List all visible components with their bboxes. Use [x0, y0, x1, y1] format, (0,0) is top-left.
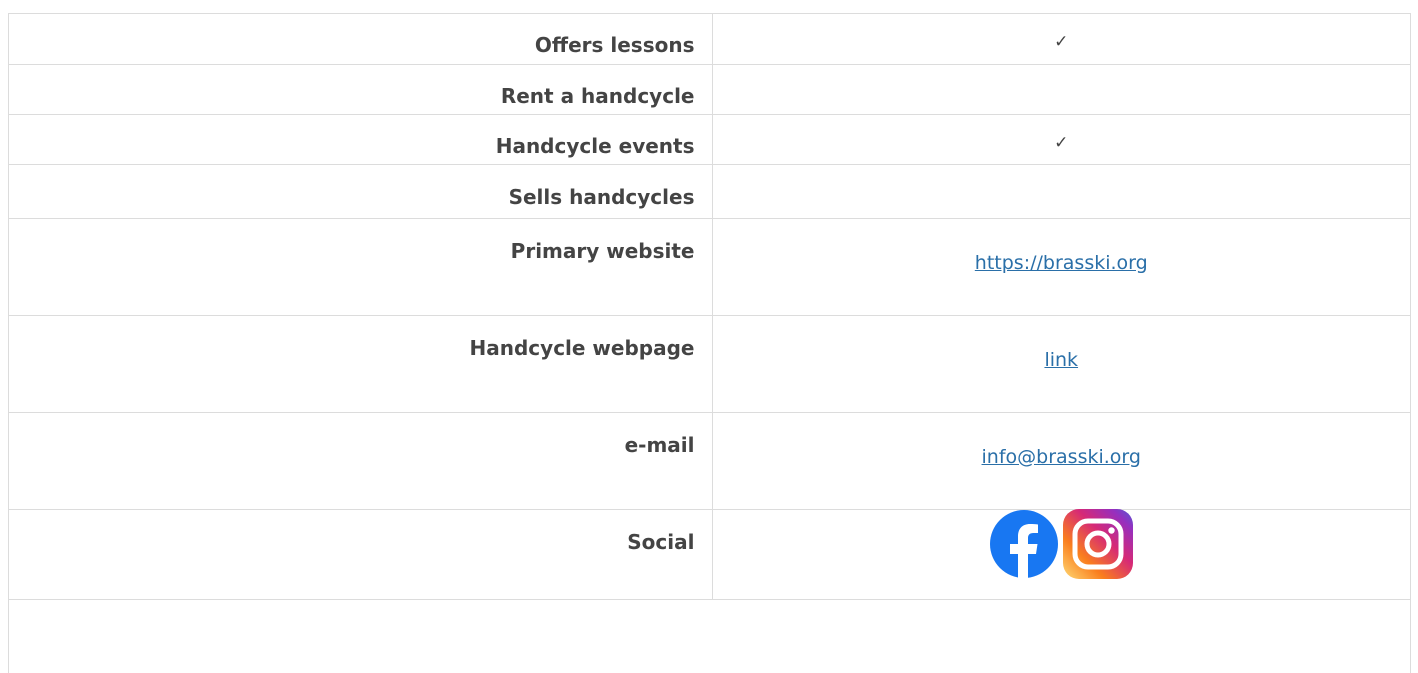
- table-row-primary-website: Primary website https://brasski.org: [9, 218, 1410, 316]
- table-row-handcycle-events: Handcycle events ✓: [9, 114, 1410, 165]
- details-table: Offers lessons ✓ Rent a handcycle Handcy…: [9, 14, 1410, 600]
- row-label: Handcycle events: [9, 114, 713, 165]
- row-value: [712, 508, 1410, 600]
- table-row-handcycle-webpage: Handcycle webpage link: [9, 315, 1410, 413]
- row-label: Primary website: [9, 218, 713, 316]
- table-row-sells-handcycles: Sells handcycles: [9, 164, 1410, 219]
- details-table-container: Offers lessons ✓ Rent a handcycle Handcy…: [8, 13, 1411, 673]
- email-link[interactable]: info@brasski.org: [982, 446, 1141, 468]
- facebook-icon[interactable]: [989, 509, 1059, 579]
- row-label: Handcycle webpage: [9, 315, 713, 413]
- row-value: info@brasski.org: [712, 412, 1410, 510]
- row-label: e-mail: [9, 412, 713, 510]
- row-label: Sells handcycles: [9, 164, 713, 219]
- checkmark: ✓: [712, 114, 1410, 165]
- row-label: Social: [9, 509, 713, 600]
- instagram-icon[interactable]: [1063, 508, 1134, 579]
- checkmark: ✓: [712, 14, 1410, 65]
- table-row-rent-handcycle: Rent a handcycle: [9, 64, 1410, 115]
- row-value: https://brasski.org: [712, 218, 1410, 316]
- row-value-empty: [712, 164, 1410, 219]
- row-label: Offers lessons: [9, 14, 713, 65]
- table-row-offers-lessons: Offers lessons ✓: [9, 14, 1410, 65]
- row-value-empty: [712, 64, 1410, 115]
- table-row-email: e-mail info@brasski.org: [9, 412, 1410, 510]
- handcycle-webpage-link[interactable]: link: [1044, 349, 1078, 371]
- primary-website-link[interactable]: https://brasski.org: [975, 252, 1148, 274]
- social-icons: [989, 508, 1134, 579]
- row-value: link: [712, 315, 1410, 413]
- table-row-social: Social: [9, 508, 1410, 600]
- row-label: Rent a handcycle: [9, 64, 713, 115]
